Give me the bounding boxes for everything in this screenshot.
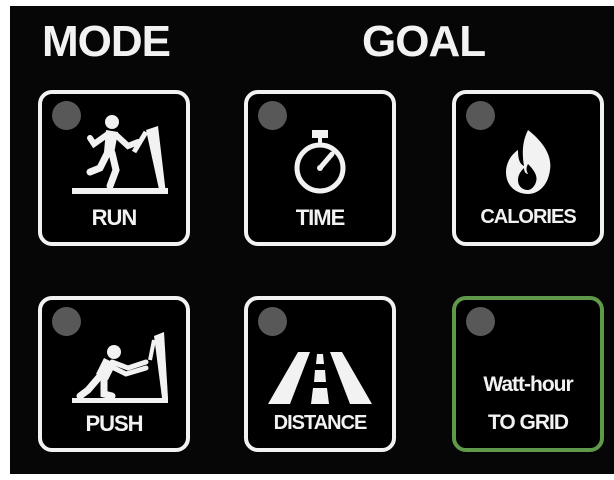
road-icon [268, 352, 372, 404]
calories-goal-button[interactable]: CALORIES [452, 90, 604, 246]
flame-icon [506, 130, 551, 194]
calories-label: CALORIES [480, 206, 576, 228]
goal-heading: GOAL [362, 17, 486, 66]
watt-hour-indicator-light [466, 307, 495, 336]
to-grid-label: TO GRID [487, 411, 569, 434]
watt-hour-to-grid-button[interactable]: Watt-hour TO GRID [452, 296, 604, 452]
push-label: PUSH [85, 411, 143, 436]
time-goal-button[interactable]: TIME [244, 90, 396, 246]
run-mode-button[interactable]: RUN [38, 90, 190, 246]
run-label: RUN [91, 205, 138, 230]
stopwatch-icon [294, 130, 346, 194]
mode-goal-panel: MODE GOAL RUN TIME CALORIES PUSH DISTANC… [10, 6, 614, 474]
push-mode-button[interactable]: PUSH [38, 296, 190, 452]
time-label: TIME [295, 205, 346, 230]
distance-goal-button[interactable]: DISTANCE [244, 296, 396, 452]
treadmill-runner-icon [72, 115, 168, 194]
mode-heading: MODE [42, 17, 171, 66]
watt-hour-label: Watt-hour [483, 373, 573, 396]
distance-label: DISTANCE [273, 412, 368, 434]
treadmill-push-icon [72, 332, 168, 403]
